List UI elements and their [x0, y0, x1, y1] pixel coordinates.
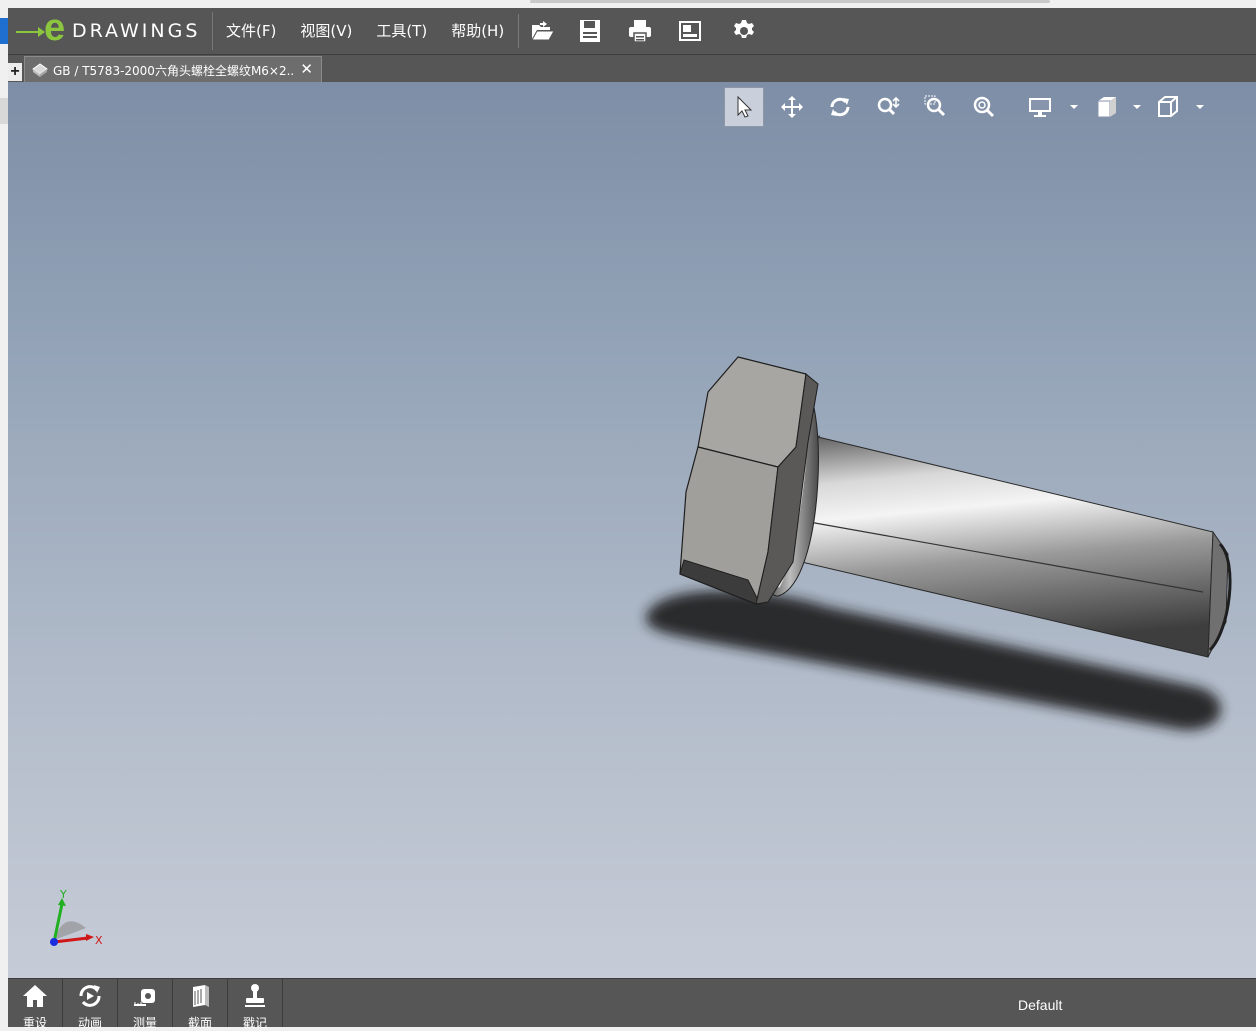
measure-button[interactable]: 测量 [118, 979, 173, 1030]
menu-items: 文件(F) 视图(V) 工具(T) 帮助(H) [214, 8, 516, 54]
animate-button[interactable]: 动画 [63, 979, 118, 1030]
box-view-dropdown[interactable] [1196, 105, 1204, 109]
pan-icon [781, 96, 803, 118]
select-tool-button[interactable] [724, 87, 764, 127]
bottom-toolbar: 重设 动画 测量 截面 戳记 Default [8, 978, 1256, 1030]
section-icon [193, 985, 209, 1007]
stamp-icon [245, 984, 265, 1007]
close-tab-button[interactable]: ✕ [300, 60, 313, 78]
menu-tools[interactable]: 工具(T) [364, 8, 439, 54]
taskbar-highlight [0, 18, 8, 44]
select-icon [737, 95, 753, 118]
sheet-button[interactable] [674, 16, 706, 46]
home-icon [23, 985, 47, 1007]
print-button[interactable] [624, 16, 656, 46]
menu-file[interactable]: 文件(F) [214, 8, 288, 54]
sheet-icon [679, 21, 701, 41]
display-style-dropdown[interactable] [1070, 105, 1078, 109]
toolbar-separator [518, 14, 519, 48]
zoom-area-button[interactable] [916, 87, 956, 127]
box-view-icon [1158, 96, 1178, 117]
section-button[interactable]: 截面 [173, 979, 228, 1030]
tab-document[interactable]: GB / T5783-2000六角头螺栓全螺纹M6×2... ✕ [24, 56, 322, 82]
axis-y-label: Y [59, 890, 67, 901]
logo-arrow [16, 31, 40, 33]
reset-label: 重设 [22, 1016, 47, 1030]
save-icon [580, 20, 600, 42]
rotate-icon [830, 97, 850, 117]
zoom-fit-icon [973, 96, 995, 118]
window-title-bar-fragment [530, 0, 1050, 3]
menu-bar: e DRAWINGS 文件(F) 视图(V) 工具(T) 帮助(H) [8, 8, 1256, 55]
view-orientation-button[interactable] [1086, 87, 1126, 127]
box-view-button[interactable] [1148, 87, 1188, 127]
add-tab-button[interactable]: + [8, 63, 22, 81]
part-file-icon [32, 63, 48, 77]
menu-help[interactable]: 帮助(H) [439, 8, 516, 54]
view-orientation-icon [1097, 97, 1116, 118]
bolt-model[interactable] [8, 82, 1256, 978]
zoom-tool-button[interactable] [868, 87, 908, 127]
open-icon [531, 21, 555, 41]
desktop-edge [0, 0, 8, 1026]
3d-viewport[interactable]: Y X [8, 82, 1256, 978]
open-button[interactable] [526, 16, 558, 46]
view-orientation-dropdown[interactable] [1133, 105, 1141, 109]
configuration-name: Default [1018, 997, 1063, 1013]
reset-button[interactable]: 重设 [8, 979, 63, 1030]
save-button[interactable] [574, 16, 606, 46]
desktop-edge-block [0, 98, 8, 124]
logo-e: e [44, 7, 66, 49]
zoom-area-icon [924, 95, 946, 117]
zoom-icon [877, 96, 900, 116]
display-style-icon [1029, 98, 1051, 117]
stamp-button[interactable]: 戳记 [228, 979, 283, 1030]
animate-label: 动画 [77, 1016, 102, 1030]
menu-view[interactable]: 视图(V) [288, 8, 364, 54]
print-icon [629, 20, 651, 43]
edrawings-logo: e DRAWINGS [14, 8, 213, 50]
axis-triad: Y X [50, 890, 103, 947]
document-tab-row: + GB / T5783-2000六角头螺栓全螺纹M6×2... ✕ [8, 55, 1256, 82]
section-label: 截面 [187, 1016, 212, 1030]
measure-label: 测量 [132, 1016, 157, 1030]
pan-tool-button[interactable] [772, 87, 812, 127]
stamp-label: 戳记 [242, 1016, 267, 1030]
gear-icon [734, 20, 754, 38]
settings-button[interactable] [728, 16, 760, 46]
zoom-fit-button[interactable] [964, 87, 1004, 127]
window-top-edge [0, 0, 1256, 8]
logo-wordmark: DRAWINGS [72, 20, 201, 42]
measure-icon [134, 989, 155, 1006]
animate-icon [79, 985, 101, 1007]
rotate-tool-button[interactable] [820, 87, 860, 127]
display-style-button[interactable] [1020, 87, 1060, 127]
document-title: GB / T5783-2000六角头螺栓全螺纹M6×2... [53, 64, 293, 78]
edrawings-window: e DRAWINGS 文件(F) 视图(V) 工具(T) 帮助(H) + GB … [8, 8, 1256, 1030]
axis-x-label: X [95, 934, 103, 947]
